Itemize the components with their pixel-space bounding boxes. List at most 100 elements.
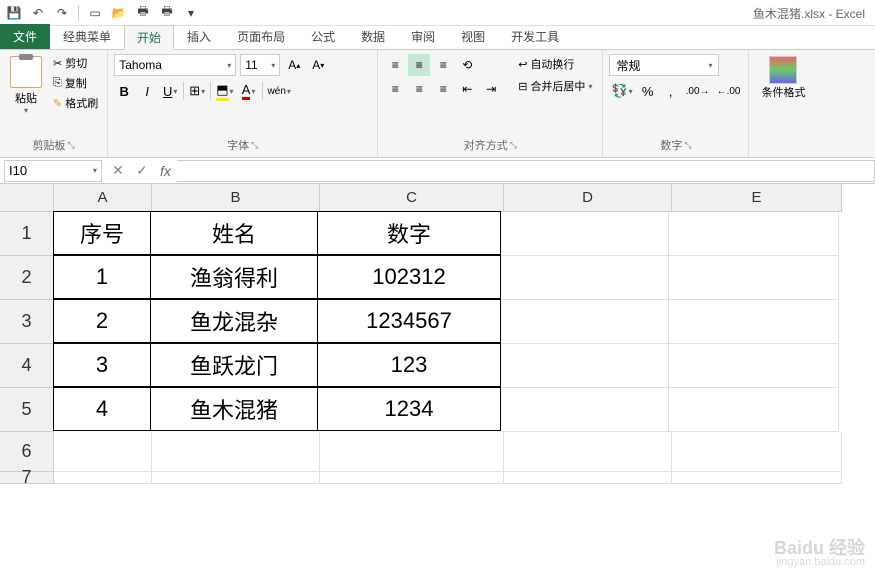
cell[interactable]: 1	[53, 255, 151, 299]
fx-icon[interactable]: fx	[154, 163, 177, 179]
cell[interactable]: 渔翁得利	[150, 255, 318, 299]
cell[interactable]	[320, 472, 504, 484]
phonetic-button[interactable]: wén	[266, 80, 293, 102]
row-header[interactable]: 7	[0, 472, 54, 484]
cancel-button[interactable]: ✕	[106, 160, 130, 182]
fill-color-button[interactable]: ⬒	[214, 80, 235, 102]
cut-button[interactable]: ✂剪切	[50, 54, 101, 72]
tab-review[interactable]: 审阅	[398, 24, 448, 49]
dialog-launcher-icon[interactable]: ⤡	[251, 140, 258, 151]
copy-button[interactable]: ⎘复制	[50, 74, 101, 92]
cell[interactable]: 123	[317, 343, 501, 387]
font-size-combo[interactable]: 11▾	[240, 54, 280, 76]
cell[interactable]	[504, 472, 672, 484]
align-bottom-button[interactable]: ≡	[432, 54, 454, 76]
cell[interactable]: 4	[53, 387, 151, 431]
row-header[interactable]: 1	[0, 212, 54, 256]
column-header[interactable]: E	[672, 184, 842, 212]
cell[interactable]	[501, 388, 669, 432]
cell[interactable]	[501, 300, 669, 344]
increase-font-button[interactable]: A▴	[284, 54, 304, 76]
formula-input[interactable]	[177, 160, 875, 182]
undo-icon[interactable]: ↶	[30, 5, 46, 21]
decrease-indent-button[interactable]: ⇤	[456, 78, 478, 100]
cell[interactable]: 鱼龙混杂	[150, 299, 318, 343]
align-top-button[interactable]: ≡	[384, 54, 406, 76]
dialog-launcher-icon[interactable]: ⤡	[684, 140, 691, 151]
cell[interactable]: 1234	[317, 387, 501, 431]
cell[interactable]: 2	[53, 299, 151, 343]
percent-button[interactable]: %	[638, 80, 658, 102]
cell[interactable]	[152, 472, 320, 484]
bold-button[interactable]: B	[114, 80, 134, 102]
cell[interactable]	[504, 432, 672, 472]
increase-indent-button[interactable]: ⇥	[480, 78, 502, 100]
row-header[interactable]: 4	[0, 344, 54, 388]
cell[interactable]: 1234567	[317, 299, 501, 343]
cell[interactable]: 3	[53, 343, 151, 387]
font-name-combo[interactable]: Tahoma▾	[114, 54, 236, 76]
conditional-formatting-button[interactable]: 条件格式	[755, 54, 811, 102]
tab-data[interactable]: 数据	[348, 24, 398, 49]
printpreview-icon[interactable]: 🖶	[159, 5, 175, 21]
cell[interactable]: 数字	[317, 211, 501, 255]
name-box[interactable]: I10▾	[4, 160, 102, 182]
cell[interactable]	[672, 432, 842, 472]
column-header[interactable]: A	[54, 184, 152, 212]
cell[interactable]	[320, 432, 504, 472]
merge-center-button[interactable]: ⊟合并后居中▾	[514, 76, 596, 96]
new-icon[interactable]: ▭	[87, 5, 103, 21]
save-icon[interactable]: 💾	[6, 5, 22, 21]
italic-button[interactable]: I	[137, 80, 157, 102]
row-header[interactable]: 5	[0, 388, 54, 432]
tab-formulas[interactable]: 公式	[298, 24, 348, 49]
column-header[interactable]: D	[504, 184, 672, 212]
cell[interactable]: 姓名	[150, 211, 318, 255]
format-painter-button[interactable]: ✎格式刷	[50, 94, 101, 112]
increase-decimal-button[interactable]: .00→	[684, 80, 712, 102]
cell[interactable]: 鱼跃龙门	[150, 343, 318, 387]
cell[interactable]: 序号	[53, 211, 151, 255]
wrap-text-button[interactable]: ↩自动换行	[514, 54, 596, 74]
font-color-button[interactable]: A	[239, 80, 259, 102]
row-header[interactable]: 6	[0, 432, 54, 472]
row-header[interactable]: 3	[0, 300, 54, 344]
tab-pagelayout[interactable]: 页面布局	[224, 24, 298, 49]
select-all-corner[interactable]	[0, 184, 54, 212]
cell[interactable]	[54, 432, 152, 472]
decrease-decimal-button[interactable]: ←.00	[715, 80, 743, 102]
cell[interactable]	[501, 256, 669, 300]
cell[interactable]	[672, 472, 842, 484]
column-header[interactable]: B	[152, 184, 320, 212]
cell[interactable]: 鱼木混猪	[150, 387, 318, 431]
row-header[interactable]: 2	[0, 256, 54, 300]
decrease-font-button[interactable]: A▾	[308, 54, 328, 76]
align-center-button[interactable]: ≡	[408, 78, 430, 100]
enter-button[interactable]: ✓	[130, 160, 154, 182]
cell[interactable]	[501, 212, 669, 256]
tab-file[interactable]: 文件	[0, 24, 50, 49]
tab-classic[interactable]: 经典菜单	[50, 24, 124, 49]
align-right-button[interactable]: ≡	[432, 78, 454, 100]
customize-qat-icon[interactable]: ▾	[183, 5, 199, 21]
column-header[interactable]: C	[320, 184, 504, 212]
orientation-button[interactable]: ⟲	[456, 54, 478, 76]
tab-insert[interactable]: 插入	[174, 24, 224, 49]
cell[interactable]	[152, 432, 320, 472]
comma-button[interactable]: ,	[661, 80, 681, 102]
cell[interactable]	[501, 344, 669, 388]
cell[interactable]	[54, 472, 152, 484]
accounting-format-button[interactable]: 💱	[609, 80, 634, 102]
cell[interactable]	[669, 344, 839, 388]
cell[interactable]: 102312	[317, 255, 501, 299]
redo-icon[interactable]: ↷	[54, 5, 70, 21]
dialog-launcher-icon[interactable]: ⤡	[510, 140, 517, 151]
align-left-button[interactable]: ≡	[384, 78, 406, 100]
tab-view[interactable]: 视图	[448, 24, 498, 49]
borders-button[interactable]: ⊞	[187, 80, 207, 102]
tab-home[interactable]: 开始	[124, 25, 174, 50]
tab-developer[interactable]: 开发工具	[498, 24, 572, 49]
cell[interactable]	[669, 388, 839, 432]
cell[interactable]	[669, 300, 839, 344]
dialog-launcher-icon[interactable]: ⤡	[68, 140, 75, 151]
